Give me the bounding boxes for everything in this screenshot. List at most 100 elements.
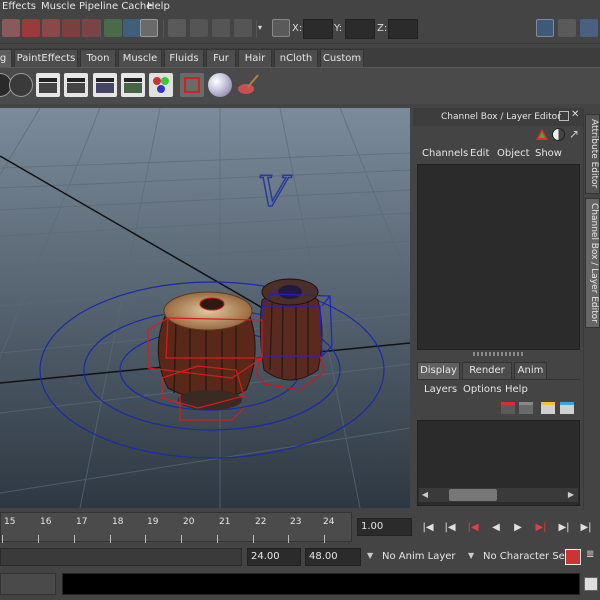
show-hide-tool-settings-icon[interactable] [558, 19, 576, 37]
select-by-hierarchy-icon[interactable] [2, 19, 20, 37]
tab-anim[interactable]: Anim [514, 362, 547, 379]
auto-key-icon[interactable] [565, 549, 581, 565]
shelf-tab-g[interactable]: g [0, 49, 12, 67]
scrollbar-thumb[interactable] [449, 489, 497, 501]
horizontal-scrollbar[interactable]: ◀ ▶ [419, 488, 578, 502]
clapper-icon[interactable] [36, 73, 60, 97]
range-slider[interactable] [0, 548, 242, 566]
snap-to-view-plane-magnet-icon[interactable] [82, 19, 100, 37]
new-layer-selected-icon[interactable] [501, 402, 515, 414]
move-layer-up-icon[interactable] [541, 402, 555, 414]
play-forward-icon[interactable]: ▶ [510, 520, 526, 536]
half-circle-toggle-icon[interactable] [552, 128, 565, 141]
go-to-start-icon[interactable]: |◀ [420, 520, 436, 536]
command-language-button[interactable] [0, 573, 56, 595]
render-current-frame-icon[interactable] [190, 19, 208, 37]
shelf-tab-fluids[interactable]: Fluids [164, 49, 204, 67]
show-hide-channel-box-icon[interactable] [580, 19, 598, 37]
new-layer-icon[interactable] [519, 402, 533, 414]
separator [163, 20, 164, 38]
object-menu[interactable]: Object [497, 148, 530, 159]
material-sphere-icon[interactable] [208, 73, 232, 97]
tab-display[interactable]: Display [417, 362, 460, 379]
current-time-field[interactable]: 1.00 [357, 518, 412, 536]
anim-layer-label[interactable]: No Anim Layer [382, 551, 456, 562]
render-settings-icon[interactable] [234, 19, 252, 37]
shelf-tab-muscle[interactable]: Muscle [118, 49, 162, 67]
channel-list[interactable] [417, 164, 580, 350]
scroll-left-icon[interactable]: ◀ [419, 489, 431, 501]
render-view-icon[interactable] [168, 19, 186, 37]
ipr-render-icon[interactable] [212, 19, 230, 37]
tick [253, 535, 254, 543]
command-line [0, 570, 600, 600]
shelf-tab-hair[interactable]: Hair [238, 49, 272, 67]
paint-brush-icon[interactable] [236, 73, 260, 97]
channel-box-title: Channel Box / Layer Editor [441, 112, 561, 122]
tab-render[interactable]: Render [462, 362, 512, 379]
shelf-tab-fur[interactable]: Fur [206, 49, 236, 67]
float-panel-icon[interactable] [559, 111, 569, 121]
tick [324, 535, 325, 543]
sphere-shading-icon[interactable] [9, 73, 33, 97]
pin-arrow-icon[interactable]: ↗ [569, 127, 579, 141]
menu-muscle[interactable]: Muscle [41, 1, 76, 12]
chevron-down-icon[interactable]: ▼ [468, 551, 474, 560]
range-slider-row: 24.00 48.00 ▼ No Anim Layer ▼ No Charact… [0, 546, 600, 568]
play-backward-icon[interactable]: ◀ [488, 520, 504, 536]
shelf-tab-toon[interactable]: Toon [80, 49, 116, 67]
move-layer-down-icon[interactable] [560, 402, 574, 414]
shelf-tab-painteffects[interactable]: PaintEffects [14, 49, 78, 67]
shelf-tab-ncloth[interactable]: nCloth [274, 49, 318, 67]
tab-attribute-editor[interactable]: Attribute Editor [585, 114, 600, 194]
construction-history-icon[interactable] [123, 19, 141, 37]
hypershade-icon[interactable] [149, 73, 173, 97]
split-handle[interactable] [473, 352, 523, 356]
close-icon[interactable]: ✕ [571, 109, 579, 120]
show-hide-attribute-editor-icon[interactable] [536, 19, 554, 37]
snap-to-curve-magnet-icon[interactable] [42, 19, 60, 37]
absolute-transform-icon[interactable] [272, 19, 290, 37]
edit-menu[interactable]: Edit [470, 148, 489, 159]
perspective-viewport[interactable]: V [0, 108, 410, 508]
end-time-field[interactable]: 24.00 [247, 548, 301, 566]
batch-render-icon[interactable] [121, 73, 145, 97]
history-toggle-icon[interactable] [140, 19, 158, 37]
chevron-down-icon[interactable]: ▼ [367, 551, 373, 560]
tick-label: 19 [147, 517, 159, 527]
layers-menu[interactable]: Layers [424, 384, 457, 395]
show-menu[interactable]: Show [535, 148, 562, 159]
x-input[interactable] [303, 19, 333, 39]
z-input[interactable] [388, 19, 418, 39]
input-output-icon[interactable] [104, 19, 122, 37]
step-forward-frame-icon[interactable]: ▶| [533, 520, 549, 536]
menu-help[interactable]: Help [147, 1, 170, 12]
go-to-end-icon[interactable]: ▶| [578, 520, 594, 536]
channels-menu[interactable]: Channels [422, 148, 468, 159]
command-result-field[interactable] [62, 573, 580, 595]
snap-to-grid-magnet-icon[interactable] [22, 19, 40, 37]
side-tabs: Attribute Editor Channel Box / Layer Edi… [583, 108, 600, 510]
menu-effects[interactable]: Effects [2, 1, 36, 12]
tab-channel-box-layer-editor[interactable]: Channel Box / Layer Editor [585, 198, 600, 328]
chevron-down-icon[interactable]: ▾ [258, 19, 268, 37]
preferences-icon[interactable]: ≣ [586, 549, 598, 565]
timeline-ruler[interactable]: 15 16 17 18 19 20 21 22 23 24 [0, 512, 352, 543]
snap-to-point-magnet-icon[interactable] [62, 19, 80, 37]
step-forward-key-icon[interactable]: ▶| [556, 520, 572, 536]
shelf-tab-custom[interactable]: Custom [320, 49, 364, 67]
character-set-label[interactable]: No Character Set [483, 551, 569, 562]
script-editor-icon[interactable] [584, 577, 598, 591]
channel-box-color-icon[interactable] [535, 128, 549, 142]
clapper-icon[interactable] [64, 73, 88, 97]
menu-pipeline-cache[interactable]: Pipeline Cache [79, 1, 152, 12]
scroll-right-icon[interactable]: ▶ [565, 489, 577, 501]
options-menu[interactable]: Options [463, 384, 502, 395]
render-sequence-icon[interactable] [93, 73, 117, 97]
step-back-frame-icon[interactable]: |◀ [465, 520, 481, 536]
animation-end-field[interactable]: 48.00 [305, 548, 361, 566]
help-menu[interactable]: Help [505, 384, 528, 395]
step-back-key-icon[interactable]: |◀ [442, 520, 458, 536]
y-input[interactable] [345, 19, 375, 39]
render-region-icon[interactable] [180, 73, 204, 97]
